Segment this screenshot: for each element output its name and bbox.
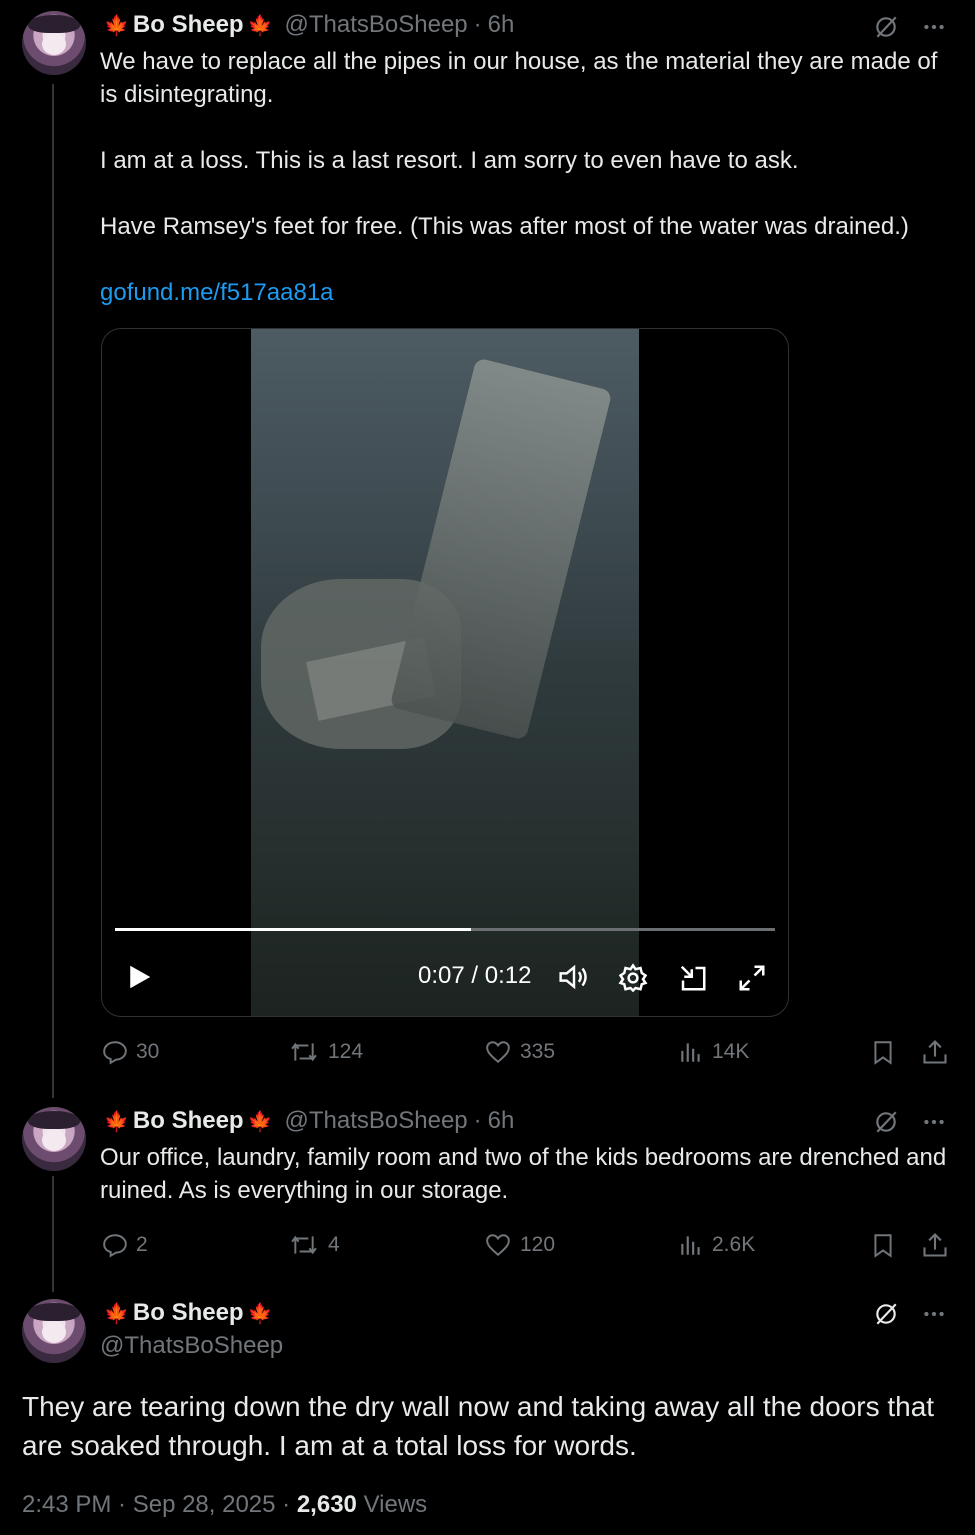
video-player[interactable]: 0:07 / 0:12 xyxy=(101,328,789,1017)
video-progress-bar[interactable] xyxy=(115,928,775,931)
views-icon xyxy=(678,1039,704,1065)
reply-count: 30 xyxy=(136,1040,160,1063)
maple-leaf-icon: 🍁 xyxy=(247,1302,273,1325)
more-icon[interactable] xyxy=(921,14,947,40)
maple-leaf-icon: 🍁 xyxy=(104,1302,129,1325)
repost-count: 124 xyxy=(328,1040,364,1063)
like-count: 120 xyxy=(520,1233,556,1256)
post-timestamp: 2:43 PM · Sep 28, 2025 · 2,630 Views xyxy=(22,1491,427,1519)
separator: · xyxy=(473,1107,482,1134)
avatar[interactable] xyxy=(22,1107,86,1171)
post-time[interactable]: 6h xyxy=(488,1107,515,1135)
share-icon[interactable] xyxy=(921,1036,949,1068)
reply-button[interactable]: 2 xyxy=(102,1229,148,1261)
thread-line-2 xyxy=(52,1176,54,1292)
pip-icon[interactable] xyxy=(678,963,708,993)
maple-leaf-icon: 🍁 xyxy=(247,14,273,37)
post-actions: 30 124 335 14K xyxy=(100,1036,950,1068)
handle[interactable]: @ThatsBoSheep xyxy=(285,11,468,39)
avatar[interactable] xyxy=(22,1299,86,1363)
like-icon xyxy=(484,1039,512,1065)
video-progress-fill xyxy=(115,928,472,931)
reply-icon xyxy=(102,1039,128,1065)
grok-icon[interactable] xyxy=(873,1301,899,1327)
bookmark-icon[interactable] xyxy=(870,1036,896,1068)
reply-count: 2 xyxy=(136,1233,148,1256)
grok-icon[interactable] xyxy=(873,14,899,40)
maple-leaf-icon: 🍁 xyxy=(247,1110,273,1133)
like-icon xyxy=(484,1232,512,1258)
post-top-actions xyxy=(873,1109,947,1135)
timestamp-text[interactable]: 2:43 PM · Sep 28, 2025 · xyxy=(22,1491,297,1518)
maple-leaf-icon: 🍁 xyxy=(104,14,129,37)
separator: · xyxy=(473,11,482,38)
display-name[interactable]: Bo Sheep xyxy=(133,1299,244,1327)
views-count: 14K xyxy=(712,1040,750,1063)
settings-icon[interactable] xyxy=(618,963,648,993)
handle[interactable]: @ThatsBoSheep xyxy=(285,1107,468,1135)
more-icon[interactable] xyxy=(921,1301,947,1327)
views-label: Views xyxy=(363,1491,428,1518)
repost-icon xyxy=(288,1232,320,1258)
repost-button[interactable]: 4 xyxy=(288,1229,340,1261)
post-body: We have to replace all the pipes in our … xyxy=(100,45,960,309)
like-button[interactable]: 335 xyxy=(484,1036,555,1068)
more-icon[interactable] xyxy=(921,1109,947,1135)
post-header: 🍁 Bo Sheep 🍁 @ThatsBoSheep · 6h xyxy=(100,11,514,39)
views-button[interactable]: 14K xyxy=(678,1036,749,1068)
like-button[interactable]: 120 xyxy=(484,1229,555,1261)
bookmark-icon[interactable] xyxy=(870,1229,896,1261)
post-top-actions xyxy=(873,14,947,40)
share-icon[interactable] xyxy=(921,1229,949,1261)
handle[interactable]: @ThatsBoSheep xyxy=(100,1332,283,1360)
video-frame[interactable] xyxy=(251,329,639,1016)
thread-line xyxy=(52,84,54,1098)
views-count: 2,630 xyxy=(296,1491,357,1518)
grok-icon[interactable] xyxy=(873,1109,899,1135)
post-top-actions xyxy=(873,1301,947,1327)
post-body: They are tearing down the dry wall now a… xyxy=(22,1391,935,1461)
post-body: Our office, laundry, family room and two… xyxy=(100,1144,947,1204)
views-count: 2.6K xyxy=(712,1233,756,1256)
repost-icon xyxy=(288,1039,320,1065)
post-paragraph: I am at a loss. This is a last resort. I… xyxy=(100,147,799,174)
views-button[interactable]: 2.6K xyxy=(678,1229,755,1261)
volume-icon[interactable] xyxy=(557,962,591,992)
post-actions: 2 4 120 2.6K xyxy=(100,1229,950,1261)
display-name[interactable]: Bo Sheep xyxy=(133,11,244,39)
repost-count: 4 xyxy=(328,1233,340,1256)
fullscreen-icon[interactable] xyxy=(737,963,767,993)
gofundme-link[interactable]: gofund.me/f517aa81a xyxy=(100,276,960,309)
reply-icon xyxy=(102,1232,128,1258)
play-icon[interactable] xyxy=(124,962,154,992)
post-header: 🍁 Bo Sheep 🍁 xyxy=(100,1299,277,1327)
post-header: 🍁 Bo Sheep 🍁 @ThatsBoSheep · 6h xyxy=(100,1107,514,1135)
avatar[interactable] xyxy=(22,11,86,75)
video-timecode: 0:07 / 0:12 xyxy=(418,962,532,989)
handle-row: @ThatsBoSheep xyxy=(100,1332,283,1360)
repost-button[interactable]: 124 xyxy=(288,1036,363,1068)
views-icon xyxy=(678,1232,704,1258)
post-time[interactable]: 6h xyxy=(488,11,515,39)
display-name[interactable]: Bo Sheep xyxy=(133,1107,244,1135)
like-count: 335 xyxy=(520,1040,556,1063)
post-paragraph: Have Ramsey's feet for free. (This was a… xyxy=(100,213,909,240)
reply-button[interactable]: 30 xyxy=(102,1036,159,1068)
maple-leaf-icon: 🍁 xyxy=(104,1110,129,1133)
post-paragraph: We have to replace all the pipes in our … xyxy=(100,48,938,108)
